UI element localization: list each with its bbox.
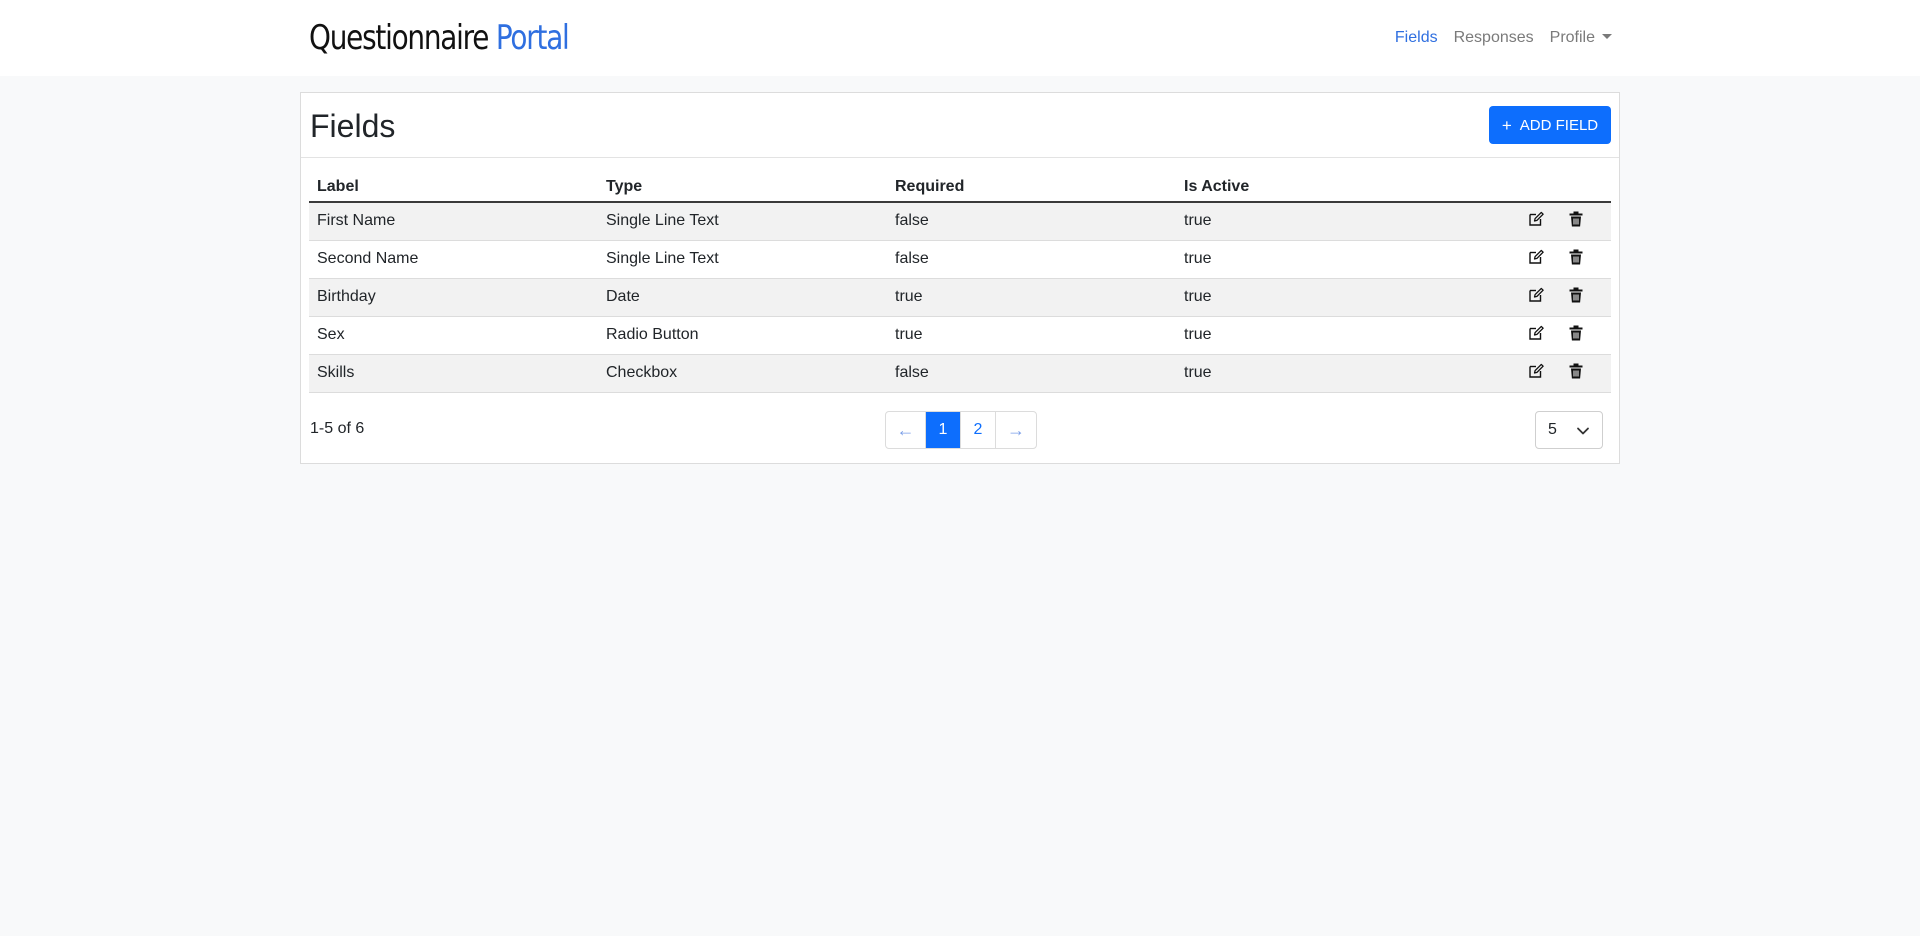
edit-icon[interactable] — [1528, 363, 1544, 384]
column-header-type: Type — [598, 172, 887, 203]
card-header: Fields + ADD FIELD — [301, 93, 1619, 158]
column-header-required: Required — [887, 172, 1176, 203]
table-footer: 1-5 of 6 ← 1 2 → 5 — [309, 411, 1611, 449]
cell-type: Single Line Text — [598, 240, 887, 279]
cell-is-active: true — [1176, 202, 1465, 241]
fields-card: Fields + ADD FIELD Label Type Required I… — [300, 92, 1620, 464]
brand-name-accent: Portal — [495, 18, 570, 58]
column-header-label: Label — [309, 172, 598, 203]
table-row: Sex Radio Button true true — [309, 316, 1611, 355]
cell-type: Single Line Text — [598, 202, 887, 241]
cell-type: Date — [598, 278, 887, 317]
prev-page-button[interactable]: ← — [886, 412, 926, 448]
column-header-is-active: Is Active — [1176, 172, 1465, 203]
trash-icon[interactable] — [1568, 287, 1584, 308]
pagination-range: 1-5 of 6 — [310, 420, 365, 437]
cell-label: Skills — [309, 354, 598, 393]
edit-icon[interactable] — [1528, 287, 1544, 308]
cell-required: false — [887, 240, 1176, 279]
cell-required: false — [887, 354, 1176, 393]
add-field-button[interactable]: + ADD FIELD — [1489, 106, 1611, 144]
cell-label: Birthday — [309, 278, 598, 317]
trash-icon[interactable] — [1568, 249, 1584, 270]
table-row: Skills Checkbox false true — [309, 354, 1611, 393]
nav-profile-label: Profile — [1549, 29, 1595, 46]
column-header-actions — [1465, 172, 1611, 203]
trash-icon[interactable] — [1568, 363, 1584, 384]
cell-is-active: true — [1176, 240, 1465, 279]
add-field-label: ADD FIELD — [1519, 116, 1599, 134]
nav-fields[interactable]: Fields — [1395, 26, 1438, 50]
plus-icon: + — [1501, 115, 1512, 135]
fields-table: Label Type Required Is Active First Name… — [309, 172, 1611, 393]
brand-name-primary: Questionnaire — [309, 18, 496, 58]
cell-label: Sex — [309, 316, 598, 355]
edit-icon[interactable] — [1528, 325, 1544, 346]
page-size-value: 5 — [1548, 421, 1557, 438]
cell-label: First Name — [309, 202, 598, 241]
chevron-down-icon — [1577, 427, 1589, 435]
nav-responses[interactable]: Responses — [1454, 26, 1534, 50]
trash-icon[interactable] — [1568, 325, 1584, 346]
next-page-button[interactable]: → — [996, 412, 1036, 448]
table-row: First Name Single Line Text false true — [309, 202, 1611, 241]
cell-label: Second Name — [309, 240, 598, 279]
cell-type: Radio Button — [598, 316, 887, 355]
page-2-button[interactable]: 2 — [961, 412, 996, 448]
edit-icon[interactable] — [1528, 211, 1544, 232]
cell-type: Checkbox — [598, 354, 887, 393]
row-actions — [1465, 354, 1611, 393]
cell-required: false — [887, 202, 1176, 241]
table-row: Second Name Single Line Text false true — [309, 240, 1611, 279]
top-navbar: Questionnaire Portal Fields Responses Pr… — [0, 0, 1920, 76]
cell-is-active: true — [1176, 278, 1465, 317]
cell-required: true — [887, 278, 1176, 317]
row-actions — [1465, 278, 1611, 317]
cell-is-active: true — [1176, 354, 1465, 393]
trash-icon[interactable] — [1568, 211, 1584, 232]
main-nav: Fields Responses Profile — [1395, 26, 1612, 50]
row-actions — [1465, 316, 1611, 355]
page-size-select[interactable]: 5 — [1535, 411, 1603, 449]
table-header-row: Label Type Required Is Active — [309, 172, 1611, 203]
cell-required: true — [887, 316, 1176, 355]
page-title: Fields — [310, 108, 396, 144]
edit-icon[interactable] — [1528, 249, 1544, 270]
pagination: ← 1 2 → — [885, 411, 1037, 449]
row-actions — [1465, 202, 1611, 241]
row-actions — [1465, 240, 1611, 279]
page-1-button[interactable]: 1 — [926, 412, 961, 448]
table-row: Birthday Date true true — [309, 278, 1611, 317]
brand-logo[interactable]: Questionnaire Portal — [309, 14, 570, 62]
nav-profile-dropdown[interactable]: Profile — [1550, 26, 1612, 50]
caret-down-icon — [1602, 34, 1612, 39]
cell-is-active: true — [1176, 316, 1465, 355]
